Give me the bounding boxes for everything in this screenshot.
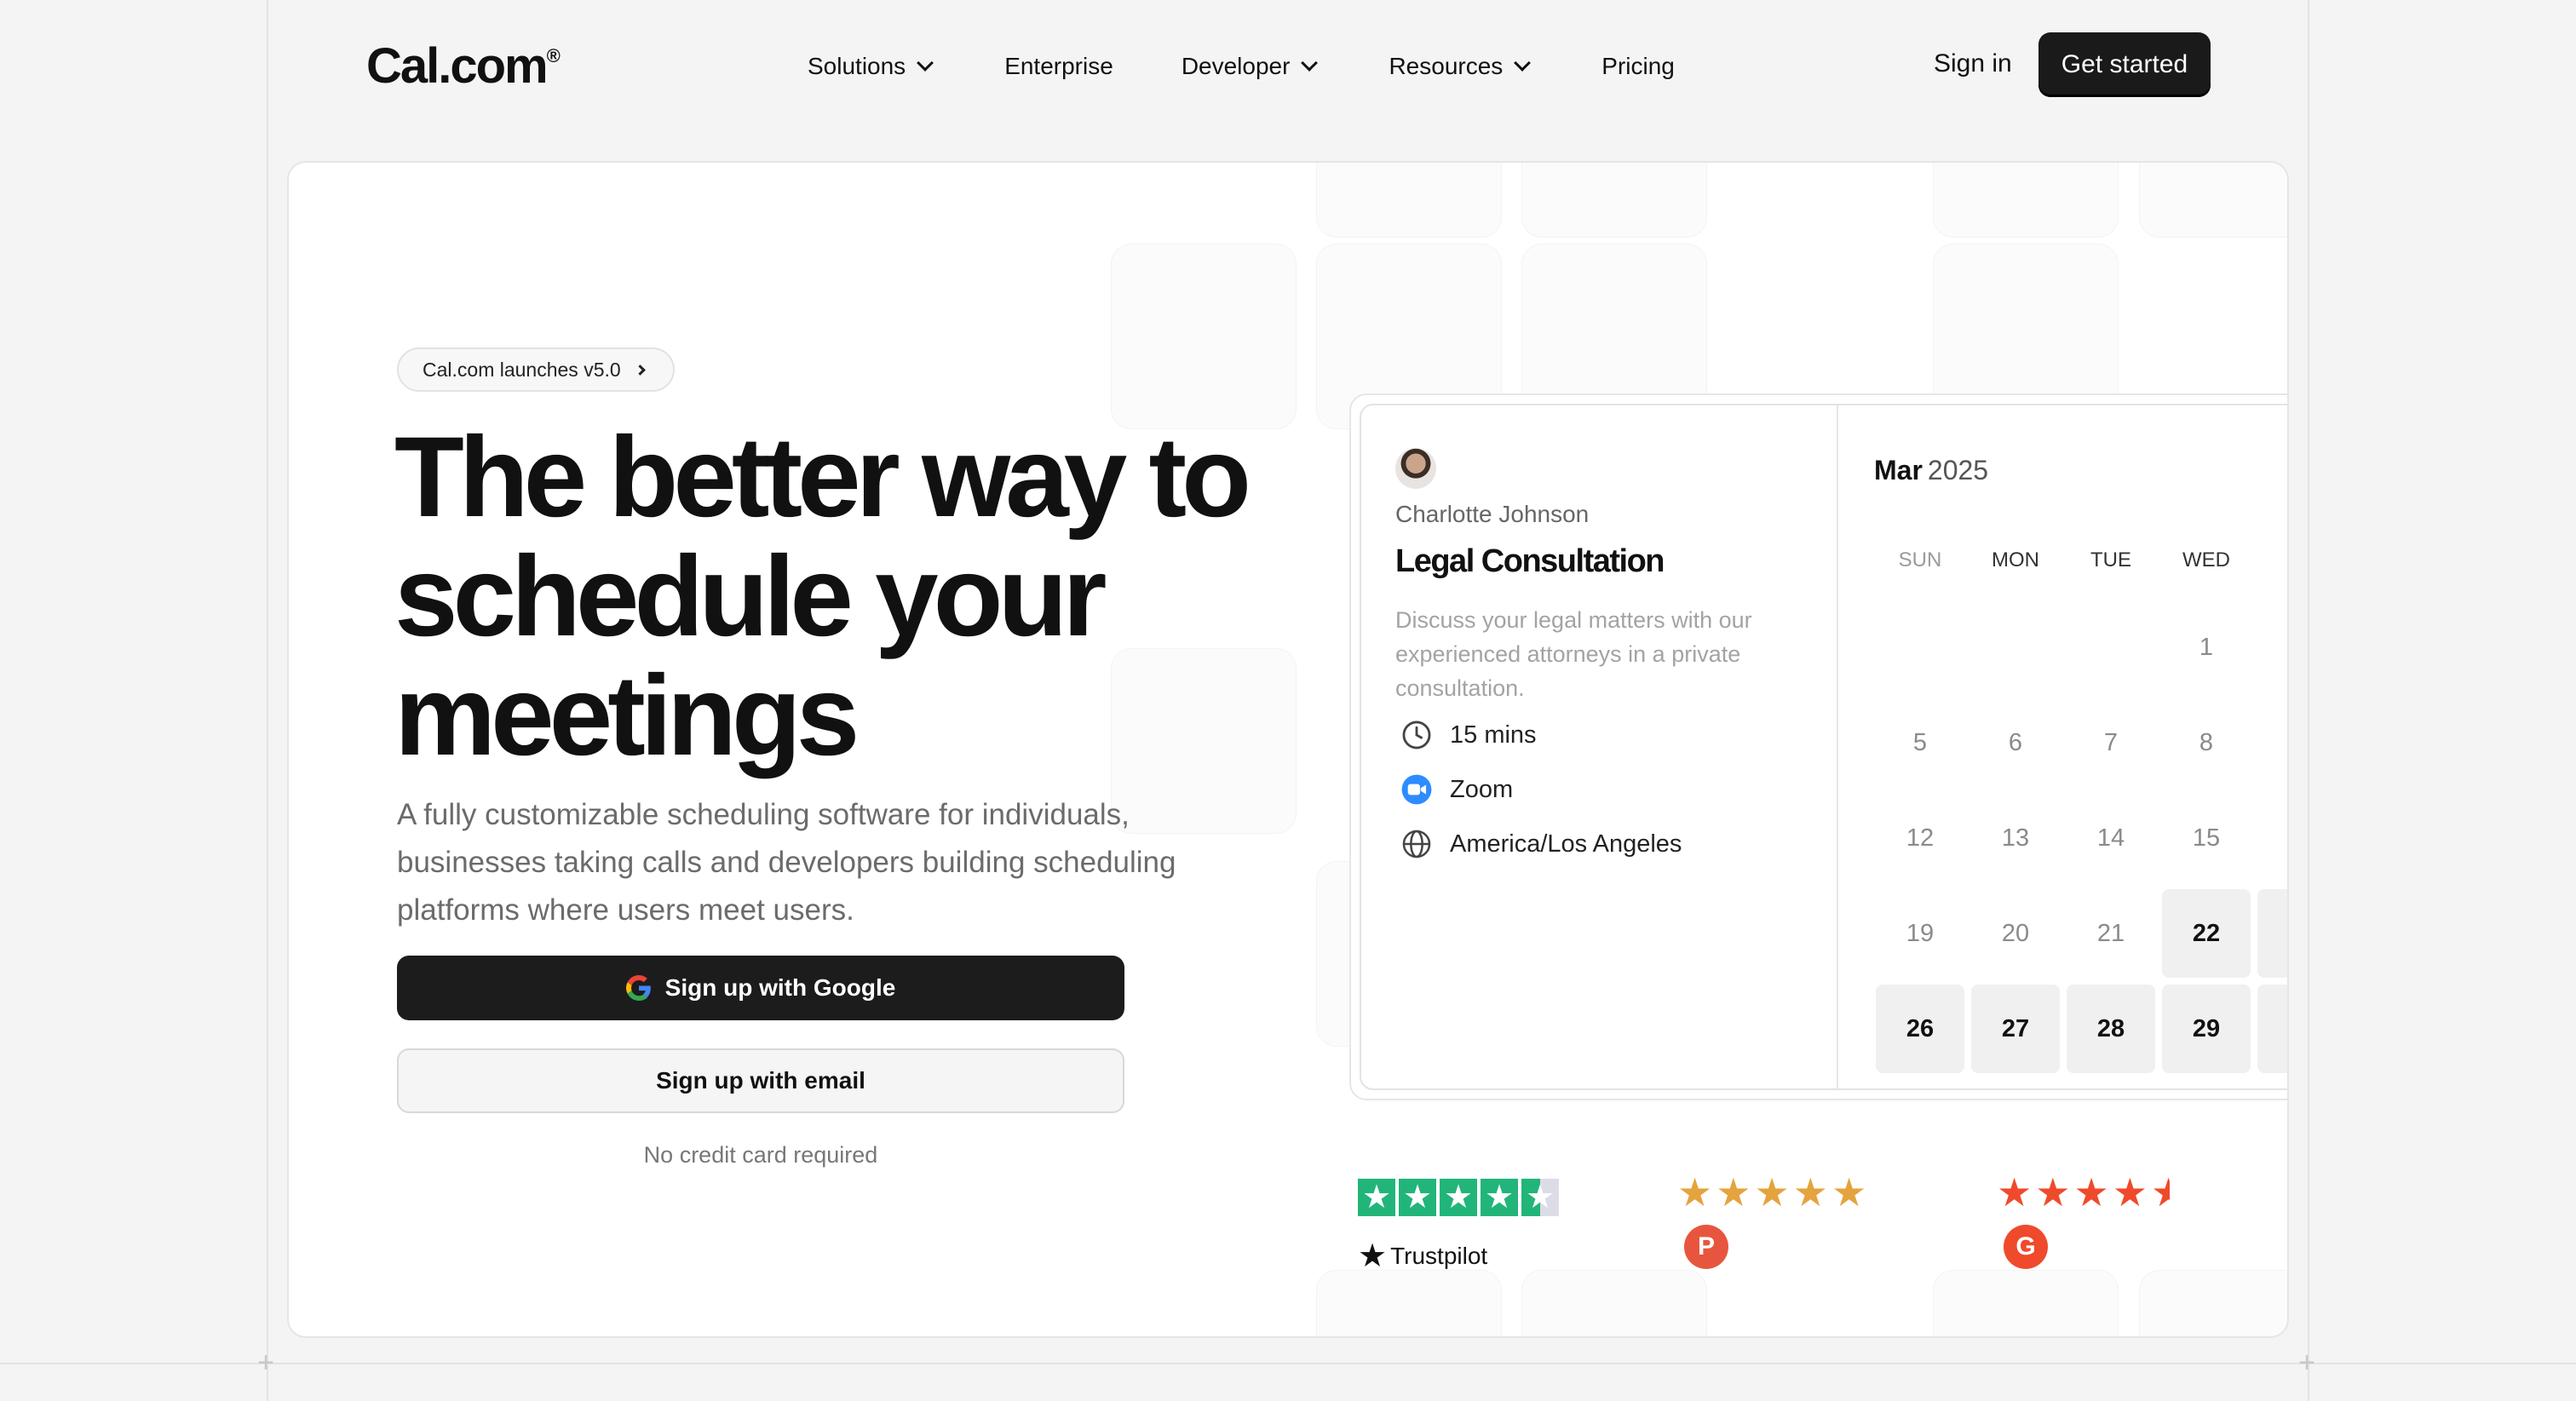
calendar-day: 21: [2096, 919, 2125, 947]
hero-card: Cal.com launches v5.0 The better way to …: [287, 161, 2289, 1338]
event-location: Zoom: [1400, 773, 1513, 806]
g2-logo-icon: G: [2004, 1225, 2048, 1269]
weekday-header: WED: [2182, 548, 2230, 571]
background-tile: [1111, 244, 1297, 429]
event-duration: 15 mins: [1400, 719, 1537, 751]
calendar-day: 5: [1912, 728, 1928, 756]
logo[interactable]: Cal.com®: [366, 37, 561, 95]
calendar-day[interactable]: 28: [2067, 985, 2155, 1073]
calendar-day: 7: [2103, 728, 2119, 756]
plus-marker-icon: +: [2298, 1346, 2315, 1379]
google-icon: [625, 975, 651, 1001]
producthunt-logo-icon: P: [1684, 1225, 1728, 1269]
producthunt-stars: ★★★★★: [1677, 1170, 1871, 1214]
calendar-day[interactable]: 26: [1876, 985, 1964, 1073]
trustpilot-star-icon: ★: [1358, 1238, 1388, 1274]
background-tile: [1316, 1270, 1502, 1336]
chevron-down-icon: [917, 55, 934, 72]
site-header: Cal.com® Solutions Enterprise Developer …: [307, 22, 2266, 111]
chevron-right-icon: [634, 364, 646, 376]
calendar-day: 12: [1906, 824, 1935, 852]
calendar-month: Mar 2025: [1874, 455, 1989, 485]
event-description: Discuss your legal matters with our expe…: [1395, 607, 1752, 701]
calendar-day[interactable]: 27: [1971, 985, 2060, 1073]
hero-subtext: A fully customizable scheduling software…: [397, 798, 1176, 927]
event-title: Legal Consultation: [1395, 543, 1665, 579]
calendar-day[interactable]: 22: [2162, 889, 2251, 978]
guide-line-bottom: [0, 1363, 2576, 1364]
background-tile: [1521, 1270, 1707, 1336]
calendar-day: 19: [1906, 919, 1935, 947]
sign-up-email-button[interactable]: Sign up with email: [397, 1048, 1124, 1113]
nav-pricing[interactable]: Pricing: [1601, 53, 1675, 80]
calendar-day[interactable]: 2: [2257, 889, 2287, 978]
calendar: Mar2025 SUNMONTUEWEDT1567812131415192021…: [1838, 405, 2287, 1088]
weekday-header: TUE: [2090, 548, 2131, 571]
star-icon: [1358, 1179, 1395, 1216]
chevron-down-icon: [1514, 55, 1532, 72]
guide-line-left: [267, 0, 268, 1401]
globe-icon: [1402, 830, 1431, 858]
sign-up-google-button[interactable]: Sign up with Google: [397, 956, 1124, 1020]
zoom-icon: [1401, 774, 1432, 805]
star-icon: [1399, 1179, 1436, 1216]
avatar: [1395, 448, 1436, 489]
chevron-down-icon: [1301, 55, 1319, 72]
trustpilot-logo: ★ Trustpilot: [1358, 1238, 1488, 1274]
host-name: Charlotte Johnson: [1395, 501, 1590, 527]
guide-line-right: [2308, 0, 2309, 1401]
star-icon: [1481, 1179, 1518, 1216]
background-tile: [1933, 1270, 2119, 1336]
clock-icon: [1402, 721, 1431, 749]
calendar-day: 14: [2096, 824, 2125, 852]
trustpilot-rating: ★Trustpilot: [1358, 1179, 1562, 1275]
announcement-pill[interactable]: Cal.com launches v5.0: [397, 347, 675, 392]
background-tile: [1933, 163, 2119, 238]
booking-widget: Charlotte Johnson Legal Consultation Dis…: [1349, 393, 2287, 1100]
main-nav: Solutions Enterprise Developer Resources…: [808, 53, 1675, 80]
calendar-day: 15: [2192, 824, 2221, 852]
weekday-header: MON: [1992, 548, 2039, 571]
background-tile: [1521, 163, 1707, 238]
calendar-day: 1: [2199, 633, 2214, 661]
nav-enterprise[interactable]: Enterprise: [1004, 53, 1113, 80]
nav-developer[interactable]: Developer: [1182, 53, 1319, 80]
background-tile: [1316, 163, 1502, 238]
calendar-day: 8: [2199, 728, 2214, 756]
hero-headline: The better way to schedule your meetings: [394, 414, 1251, 779]
trustpilot-stars: [1358, 1179, 1562, 1216]
calendar-day[interactable]: 3: [2257, 985, 2287, 1073]
no-credit-card-note: No credit card required: [643, 1142, 878, 1168]
weekday-header: T: [2257, 548, 2287, 572]
nav-solutions[interactable]: Solutions: [808, 53, 934, 80]
star-icon: [1440, 1179, 1477, 1216]
calendar-day: 6: [2008, 728, 2023, 756]
booking-widget-panel: Charlotte Johnson Legal Consultation Dis…: [1360, 404, 2287, 1090]
half-star-icon: [1521, 1179, 1559, 1216]
weekday-header: SUN: [1898, 548, 1942, 571]
calendar-day: 20: [2001, 919, 2030, 947]
plus-marker-icon: +: [257, 1346, 274, 1379]
calendar-day: 13: [2001, 824, 2030, 852]
event-details: Charlotte Johnson Legal Consultation Dis…: [1361, 405, 1838, 1088]
calendar-day[interactable]: 29: [2162, 985, 2251, 1073]
get-started-button[interactable]: Get started: [2038, 32, 2211, 97]
nav-resources[interactable]: Resources: [1389, 53, 1532, 80]
g2-stars: ★★★★★: [1997, 1170, 2170, 1214]
background-tile: [2139, 163, 2287, 238]
event-timezone[interactable]: America/Los Angeles: [1400, 828, 1682, 860]
sign-in-link[interactable]: Sign in: [1934, 49, 2012, 78]
background-tile: [2139, 1270, 2287, 1336]
